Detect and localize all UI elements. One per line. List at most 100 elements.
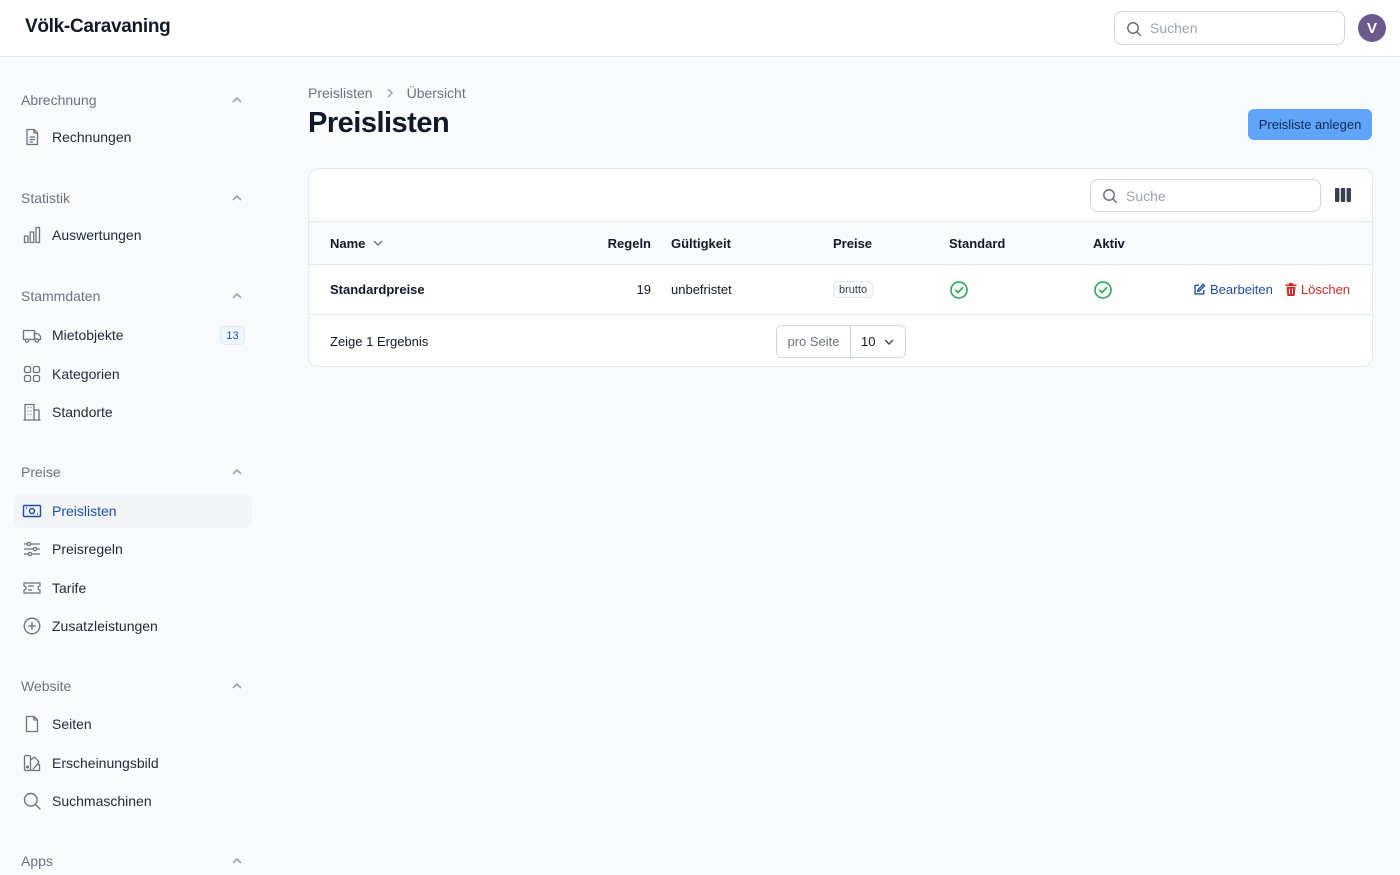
result-count: Zeige 1 Ergebnis [330,333,429,349]
page-title: Preislisten [308,107,450,139]
grid-icon [22,364,42,384]
magnifier-icon [22,791,42,811]
sidebar-item-auswertungen[interactable]: Auswertungen [14,218,252,252]
plus-circle-icon [22,616,42,636]
cell-name: Standardpreise [330,282,425,297]
sidebar-group-statistik[interactable]: Statistik [21,188,246,208]
chevron-up-icon [232,858,242,864]
count-badge: 13 [220,326,245,345]
global-search-input[interactable] [1150,12,1340,44]
sidebar-item-suchmaschinen[interactable]: Suchmaschinen [14,784,252,818]
sidebar-group-stammdaten[interactable]: Stammdaten [21,286,246,306]
sidebar-group-label: Apps [21,853,53,869]
chevron-right-icon [385,88,395,98]
sidebar-group-label: Statistik [21,190,71,206]
column-header-name[interactable]: Name [330,222,383,264]
column-header-standard[interactable]: Standard [949,222,1005,264]
brand-logo[interactable]: Völk-Caravaning [25,16,171,38]
top-bar: Völk-Caravaning V [0,0,1400,57]
sidebar-item-label: Mietobjekte [52,327,124,343]
search-icon [1127,22,1142,37]
cell-default [949,265,969,314]
breadcrumb-current: Übersicht [406,85,466,101]
column-toggle-icon[interactable] [1334,186,1352,204]
sidebar-item-rechnungen[interactable]: Rechnungen [14,120,252,154]
sidebar-item-preisregeln[interactable]: Preisregeln [14,532,252,566]
sidebar-item-erscheinungsbild[interactable]: Erscheinungsbild [14,746,252,780]
chevron-up-icon [232,469,242,475]
create-pricelist-button[interactable]: Preisliste anlegen [1248,109,1372,140]
sidebar-item-kategorien[interactable]: Kategorien [14,357,252,391]
sidebar-item-label: Suchmaschinen [52,793,152,809]
sliders-icon [22,539,42,559]
sidebar-item-label: Kategorien [52,366,120,382]
edit-icon [1194,283,1206,295]
column-header-gueltigkeit[interactable]: Gültigkeit [671,222,731,264]
sidebar-item-zusatzleistungen[interactable]: Zusatzleistungen [14,609,252,643]
edit-button[interactable]: Bearbeiten [1193,282,1273,297]
sidebar-item-label: Erscheinungsbild [52,755,159,771]
truck-icon [22,325,42,345]
sidebar-group-abrechnung[interactable]: Abrechnung [21,90,246,110]
ticket-icon [22,578,42,598]
cell-validity: unbefristet [671,282,732,297]
pricelist-table-card: Name Regeln Gültigkeit Preise Standard A… [308,168,1373,367]
chevron-up-icon [232,97,242,103]
sidebar-group-label: Website [21,678,72,694]
sidebar-group-apps[interactable]: Apps [21,851,246,871]
column-header-preise[interactable]: Preise [833,222,872,264]
delete-label: Löschen [1300,282,1351,297]
per-page-selected: 10 [861,334,876,349]
per-page-value[interactable]: 10 [851,326,905,357]
sidebar-group-label: Preise [21,464,61,480]
sidebar-item-label: Preislisten [52,503,117,519]
trash-icon [1285,283,1297,296]
cell-rules: 19 [636,282,651,297]
sidebar-item-seiten[interactable]: Seiten [14,707,252,741]
breadcrumb-link-preislisten[interactable]: Preislisten [308,85,373,101]
search-icon [1103,189,1118,204]
table-search[interactable] [1090,179,1321,212]
cell-active [1093,265,1113,314]
global-search[interactable] [1114,11,1345,45]
per-page-select[interactable]: pro Seite 10 [776,325,906,358]
sidebar-item-label: Tarife [52,580,87,596]
sidebar-group-website[interactable]: Website [21,676,246,696]
sidebar-group-preise[interactable]: Preise [21,462,246,482]
check-circle-icon [1094,280,1112,299]
table-search-input[interactable] [1126,180,1316,211]
page-icon [22,714,42,734]
table-row[interactable]: Standardpreise 19 unbefristet brutto Bea… [309,265,1372,315]
banknote-icon [22,501,42,521]
document-icon [22,127,42,147]
column-header-regeln[interactable]: Regeln [589,222,651,264]
cell-prices: brutto [833,265,874,314]
sidebar-item-label: Auswertungen [52,227,142,243]
sidebar: Abrechnung Rechnungen Statistik Auswertu… [0,57,260,875]
bar-chart-icon [22,225,42,245]
chevron-up-icon [232,293,242,299]
chevron-up-icon [232,195,242,201]
check-circle-icon [950,280,968,299]
column-header-aktiv[interactable]: Aktiv [1093,222,1125,264]
swatch-icon [22,753,42,773]
building-icon [22,402,42,422]
per-page-label: pro Seite [777,326,851,357]
sidebar-group-label: Abrechnung [21,92,97,108]
sidebar-item-preislisten[interactable]: Preislisten [14,494,252,528]
breadcrumb: Preislisten Übersicht [308,84,466,102]
sidebar-item-label: Seiten [52,716,92,732]
column-label: Name [330,235,366,251]
edit-label: Bearbeiten [1210,282,1273,297]
sidebar-item-tarife[interactable]: Tarife [14,571,252,605]
chevron-up-icon [232,683,242,689]
table-header: Name Regeln Gültigkeit Preise Standard A… [309,221,1372,265]
sidebar-group-label: Stammdaten [21,288,101,304]
sidebar-item-standorte[interactable]: Standorte [14,395,252,429]
sidebar-item-label: Standorte [52,404,113,420]
sidebar-item-label: Preisregeln [52,541,123,557]
delete-button[interactable]: Löschen [1285,282,1350,297]
user-avatar[interactable]: V [1358,14,1386,42]
sidebar-item-mietobjekte[interactable]: Mietobjekte 13 [14,318,252,352]
chevron-down-icon [374,240,383,246]
